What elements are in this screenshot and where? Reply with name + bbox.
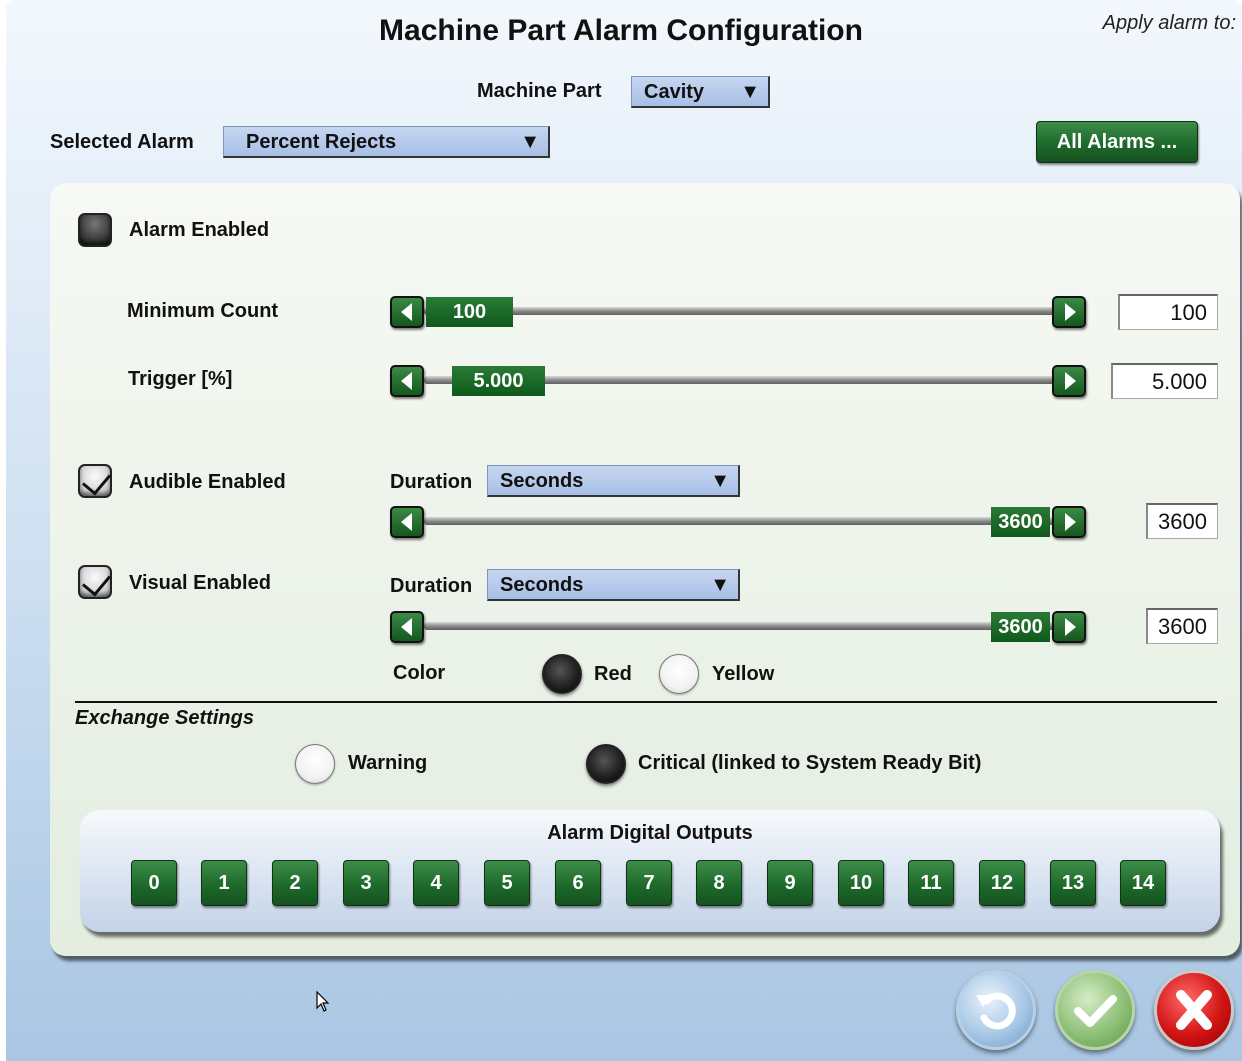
cancel-button[interactable]	[1154, 970, 1234, 1050]
apply-alarm-label: Apply alarm to:	[1102, 12, 1236, 34]
all-alarms-button[interactable]: All Alarms ...	[1036, 121, 1198, 163]
visual-enabled-checkbox[interactable]	[78, 565, 112, 599]
arrow-left-icon	[401, 618, 412, 636]
checkmark-icon	[1074, 995, 1117, 1027]
color-yellow-label: Yellow	[712, 663, 775, 685]
visual-duration-dropdown[interactable]: Seconds ▼	[487, 569, 740, 601]
trigger-increase-button[interactable]	[1052, 365, 1086, 397]
visual-enabled-label: Visual Enabled	[129, 572, 271, 594]
undo-button[interactable]	[956, 970, 1036, 1050]
trigger-decrease-button[interactable]	[390, 365, 424, 397]
selected-alarm-dropdown[interactable]: Percent Rejects ▼	[223, 126, 550, 158]
window-title: Machine Part Alarm Configuration	[379, 14, 863, 47]
trigger-label: Trigger [%]	[128, 368, 233, 390]
output-button-4[interactable]: 4	[413, 860, 459, 906]
dropdown-arrow-icon: ▼	[710, 470, 730, 492]
color-red-radio[interactable]	[542, 654, 582, 694]
alarm-enabled-label: Alarm Enabled	[129, 219, 270, 241]
visual-duration-value[interactable]: 3600	[1146, 608, 1218, 644]
audible-enabled-checkbox[interactable]	[78, 464, 112, 498]
exchange-settings-title: Exchange Settings	[75, 707, 254, 729]
selected-alarm-label: Selected Alarm	[50, 131, 194, 153]
machine-part-label: Machine Part	[477, 80, 602, 102]
output-button-11[interactable]: 11	[908, 860, 954, 906]
arrow-right-icon	[1065, 303, 1076, 321]
output-button-3[interactable]: 3	[343, 860, 389, 906]
audible-duration-slider-thumb[interactable]: 3600	[991, 507, 1050, 537]
selected-alarm-value: Percent Rejects	[246, 131, 397, 153]
output-button-5[interactable]: 5	[484, 860, 530, 906]
output-button-14[interactable]: 14	[1120, 860, 1166, 906]
warning-radio[interactable]	[295, 744, 335, 784]
warning-label: Warning	[348, 752, 428, 774]
color-label: Color	[393, 662, 446, 684]
visual-duration-label: Duration	[390, 575, 473, 597]
minimum-count-value[interactable]: 100	[1118, 294, 1218, 330]
output-button-10[interactable]: 10	[838, 860, 884, 906]
trigger-slider-thumb[interactable]: 5.000	[452, 366, 545, 396]
output-button-0[interactable]: 0	[131, 860, 177, 906]
audible-duration-increase-button[interactable]	[1052, 506, 1086, 538]
audible-duration-unit: Seconds	[500, 470, 584, 492]
audible-duration-label: Duration	[390, 471, 473, 493]
critical-radio[interactable]	[586, 744, 626, 784]
machine-part-dropdown[interactable]: Cavity ▼	[631, 76, 770, 108]
checkmark-icon	[81, 465, 111, 496]
dropdown-arrow-icon: ▼	[520, 131, 540, 153]
minimum-count-slider-track[interactable]	[424, 307, 1054, 315]
audible-duration-slider-track[interactable]	[424, 517, 1054, 525]
audible-duration-decrease-button[interactable]	[390, 506, 424, 538]
alarm-enabled-checkbox[interactable]	[78, 213, 112, 247]
dropdown-arrow-icon: ▼	[710, 574, 730, 596]
visual-duration-decrease-button[interactable]	[390, 611, 424, 643]
color-yellow-radio[interactable]	[659, 654, 699, 694]
output-button-1[interactable]: 1	[201, 860, 247, 906]
arrow-right-icon	[1065, 513, 1076, 531]
output-button-7[interactable]: 7	[626, 860, 672, 906]
undo-icon	[976, 992, 1016, 1030]
ok-button[interactable]	[1055, 970, 1135, 1050]
minimum-count-label: Minimum Count	[127, 300, 279, 322]
minimum-count-increase-button[interactable]	[1052, 296, 1086, 328]
color-red-label: Red	[594, 663, 632, 685]
trigger-value[interactable]: 5.000	[1111, 363, 1218, 399]
machine-part-value: Cavity	[644, 81, 705, 103]
output-button-9[interactable]: 9	[767, 860, 813, 906]
digital-outputs-panel: Alarm Digital Outputs 0 1 2 3 4 5 6 7 8 …	[80, 810, 1220, 932]
arrow-left-icon	[401, 372, 412, 390]
output-button-12[interactable]: 12	[979, 860, 1025, 906]
mouse-cursor-icon	[316, 991, 330, 1012]
digital-outputs-title: Alarm Digital Outputs	[547, 822, 753, 844]
minimum-count-decrease-button[interactable]	[390, 296, 424, 328]
output-button-2[interactable]: 2	[272, 860, 318, 906]
visual-duration-slider-track[interactable]	[424, 622, 1054, 630]
audible-enabled-label: Audible Enabled	[129, 471, 286, 493]
arrow-right-icon	[1065, 372, 1076, 390]
output-button-8[interactable]: 8	[696, 860, 742, 906]
arrow-left-icon	[401, 303, 412, 321]
checkmark-icon	[81, 566, 111, 597]
audible-duration-value[interactable]: 3600	[1146, 503, 1218, 539]
visual-duration-unit: Seconds	[500, 574, 584, 596]
section-divider	[75, 701, 1217, 703]
critical-label: Critical (linked to System Ready Bit)	[638, 752, 982, 774]
output-button-13[interactable]: 13	[1050, 860, 1096, 906]
output-button-6[interactable]: 6	[555, 860, 601, 906]
close-icon	[1176, 990, 1212, 1030]
minimum-count-slider-thumb[interactable]: 100	[426, 297, 513, 327]
visual-duration-increase-button[interactable]	[1052, 611, 1086, 643]
arrow-left-icon	[401, 513, 412, 531]
visual-duration-slider-thumb[interactable]: 3600	[991, 612, 1050, 642]
audible-duration-dropdown[interactable]: Seconds ▼	[487, 465, 740, 497]
dropdown-arrow-icon: ▼	[740, 81, 760, 103]
arrow-right-icon	[1065, 618, 1076, 636]
